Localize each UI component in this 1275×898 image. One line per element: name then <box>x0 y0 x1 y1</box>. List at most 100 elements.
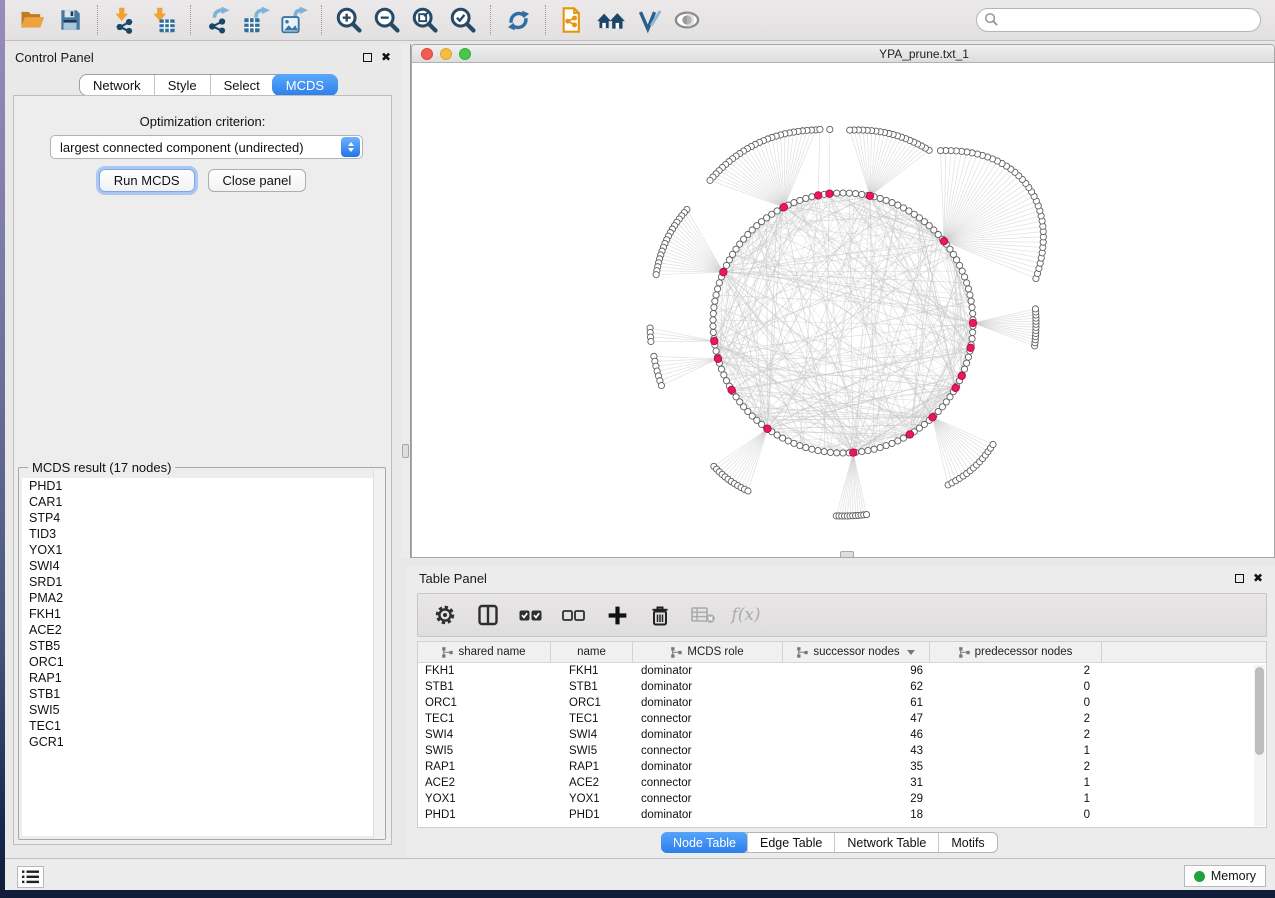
mcds-result-item[interactable]: ACE2 <box>22 622 382 638</box>
splitter-handle[interactable] <box>402 444 409 458</box>
graph-node[interactable] <box>970 329 976 335</box>
graph-node[interactable] <box>712 298 718 304</box>
mcds-result-item[interactable]: YOX1 <box>22 542 382 558</box>
graph-node[interactable] <box>956 262 962 268</box>
dominator-node[interactable] <box>714 355 721 362</box>
satellite-node[interactable] <box>827 126 833 132</box>
graph-node[interactable] <box>865 447 871 453</box>
graph-node[interactable] <box>967 292 973 298</box>
export-network-button[interactable] <box>201 4 235 36</box>
dominator-node[interactable] <box>906 431 913 438</box>
graph-node[interactable] <box>840 190 846 196</box>
table-row[interactable]: SWI4SWI4dominator462 <box>418 727 1266 743</box>
unselect-all-button[interactable] <box>561 602 587 628</box>
zoom-fit-button[interactable] <box>408 4 442 36</box>
graph-node[interactable] <box>710 323 716 329</box>
satellite-node[interactable] <box>658 382 664 388</box>
graph-node[interactable] <box>961 366 967 372</box>
satellite-node[interactable] <box>648 338 654 344</box>
table-row[interactable]: ORC1ORC1dominator610 <box>418 695 1266 711</box>
graph-node[interactable] <box>969 304 975 310</box>
graph-node[interactable] <box>718 366 724 372</box>
graph-node[interactable] <box>959 268 965 274</box>
open-file-button[interactable] <box>15 4 49 36</box>
graph-node[interactable] <box>889 199 895 205</box>
zoom-out-button[interactable] <box>370 4 404 36</box>
graph-node[interactable] <box>721 372 727 378</box>
table-scrollbar-thumb[interactable] <box>1255 667 1264 755</box>
mcds-result-item[interactable]: TEC1 <box>22 718 382 734</box>
mcds-list-scrollbar[interactable] <box>373 470 385 839</box>
satellite-node[interactable] <box>817 126 823 132</box>
table-row[interactable]: FKH1FKH1dominator962 <box>418 663 1266 679</box>
tab-node-table[interactable]: Node Table <box>661 832 748 853</box>
graph-node[interactable] <box>895 438 901 444</box>
dominator-node[interactable] <box>940 237 947 244</box>
table-row[interactable]: SWI5SWI5connector431 <box>418 743 1266 759</box>
close-panel-icon[interactable]: ✖ <box>381 51 391 63</box>
satellite-node[interactable] <box>990 441 996 447</box>
graph-node[interactable] <box>964 280 970 286</box>
dominator-node[interactable] <box>826 190 833 197</box>
graph-node[interactable] <box>821 449 827 455</box>
graph-node[interactable] <box>815 447 821 453</box>
add-entry-button[interactable] <box>604 602 630 628</box>
show-log-button[interactable] <box>17 866 44 888</box>
tab-style[interactable]: Style <box>154 75 210 95</box>
mcds-result-item[interactable]: STP4 <box>22 510 382 526</box>
dominator-node[interactable] <box>780 203 787 210</box>
graph-node[interactable] <box>889 440 895 446</box>
graph-node[interactable] <box>797 443 803 449</box>
graph-node[interactable] <box>964 360 970 366</box>
dominator-node[interactable] <box>929 414 936 421</box>
table-row[interactable]: YOX1YOX1connector291 <box>418 791 1266 807</box>
table-row[interactable]: STB1STB1dominator620 <box>418 679 1266 695</box>
graph-node[interactable] <box>710 329 716 335</box>
graph-node[interactable] <box>809 446 815 452</box>
graph-node[interactable] <box>710 310 716 316</box>
graph-node[interactable] <box>877 444 883 450</box>
graph-node[interactable] <box>859 191 865 197</box>
mcds-result-item[interactable]: SWI5 <box>22 702 382 718</box>
graph-node[interactable] <box>797 197 803 203</box>
search-input[interactable] <box>976 8 1261 32</box>
satellite-node[interactable] <box>653 272 659 278</box>
dominator-node[interactable] <box>711 337 718 344</box>
dominator-node[interactable] <box>849 449 856 456</box>
export-table-button[interactable] <box>239 4 273 36</box>
window-close-icon[interactable] <box>421 48 433 60</box>
dominator-node[interactable] <box>952 384 959 391</box>
column-header-MCDS-role[interactable]: MCDS role <box>633 642 783 662</box>
dominator-node[interactable] <box>764 425 771 432</box>
graph-node[interactable] <box>803 195 809 201</box>
graph-node[interactable] <box>969 336 975 342</box>
horizontal-splitter-handle[interactable] <box>840 551 854 558</box>
graph-node[interactable] <box>970 310 976 316</box>
show-graphics-details-button[interactable] <box>670 4 704 36</box>
graph-node[interactable] <box>859 449 865 455</box>
window-maximize-icon[interactable] <box>459 48 471 60</box>
graph-node[interactable] <box>791 199 797 205</box>
close-panel-icon[interactable]: ✖ <box>1253 572 1263 584</box>
graph-node[interactable] <box>791 440 797 446</box>
float-panel-icon[interactable] <box>1235 574 1244 583</box>
zoom-in-button[interactable] <box>332 4 366 36</box>
table-row[interactable]: TEC1TEC1connector472 <box>418 711 1266 727</box>
vertical-splitter[interactable] <box>401 44 411 558</box>
graph-node[interactable] <box>846 190 852 196</box>
graph-node[interactable] <box>714 286 720 292</box>
mcds-result-item[interactable]: RAP1 <box>22 670 382 686</box>
graph-node[interactable] <box>965 354 971 360</box>
mcds-result-item[interactable]: PMA2 <box>22 590 382 606</box>
tab-edge-table[interactable]: Edge Table <box>747 833 834 852</box>
tab-motifs[interactable]: Motifs <box>938 833 996 852</box>
satellite-node[interactable] <box>1032 306 1038 312</box>
delete-entry-button[interactable] <box>647 602 673 628</box>
dominator-node[interactable] <box>814 192 821 199</box>
tab-network[interactable]: Network <box>80 75 154 95</box>
graph-node[interactable] <box>827 449 833 455</box>
mcds-result-item[interactable]: GCR1 <box>22 734 382 750</box>
satellite-node[interactable] <box>937 148 943 154</box>
criterion-select[interactable]: largest connected component (undirected) <box>50 135 363 159</box>
column-header-shared-name[interactable]: shared name <box>418 642 551 662</box>
